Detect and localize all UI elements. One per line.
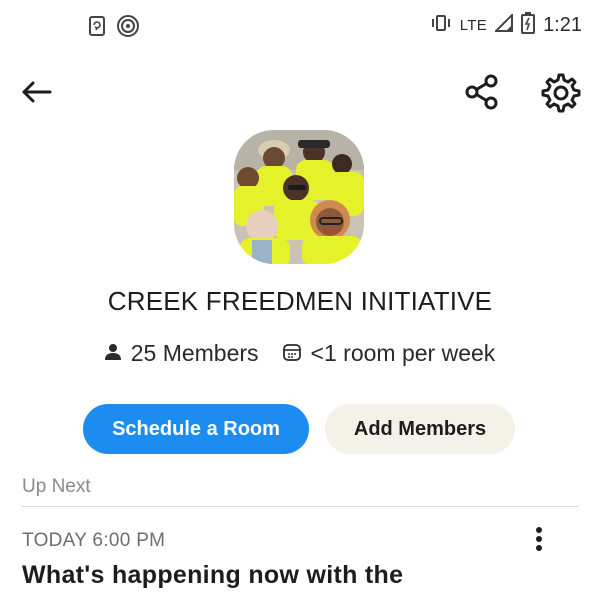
status-bar: LTE 1:21 [0, 0, 600, 52]
calendar-icon [282, 340, 301, 367]
up-next-label: Up Next [22, 476, 91, 497]
divider [22, 506, 578, 507]
event-title[interactable]: What's happening now with the [22, 561, 403, 590]
share-icon [464, 73, 500, 116]
club-stats: 25 Members <1 room per week [0, 340, 600, 367]
settings-icon [541, 73, 581, 118]
status-right: LTE 1:21 [430, 12, 582, 39]
vibrate-icon [430, 13, 452, 38]
nfc-icon [116, 14, 140, 43]
battery-icon [521, 12, 536, 39]
share-button[interactable] [462, 74, 502, 114]
settings-button[interactable] [540, 73, 582, 118]
phone-sync-icon [88, 15, 108, 42]
clock: 1:21 [543, 14, 582, 36]
back-arrow-icon [20, 80, 52, 109]
event-more-button[interactable] [526, 524, 552, 558]
add-members-button[interactable]: Add Members [325, 404, 515, 454]
schedule-room-button[interactable]: Schedule a Room [83, 404, 309, 454]
frequency-stat: <1 room per week [282, 340, 496, 367]
members-count: 25 Members [130, 340, 259, 366]
network-type: LTE [459, 17, 488, 34]
more-vertical-icon [535, 526, 543, 557]
club-avatar[interactable] [234, 130, 364, 264]
status-left [88, 14, 140, 43]
back-button[interactable] [18, 76, 54, 112]
club-title: CREEK FREEDMEN INITIATIVE [107, 286, 493, 316]
person-icon [104, 340, 121, 367]
frequency-text: <1 room per week [310, 340, 496, 366]
members-stat[interactable]: 25 Members [104, 340, 259, 367]
event-time: TODAY 6:00 PM [22, 530, 166, 551]
signal-icon [493, 12, 514, 37]
